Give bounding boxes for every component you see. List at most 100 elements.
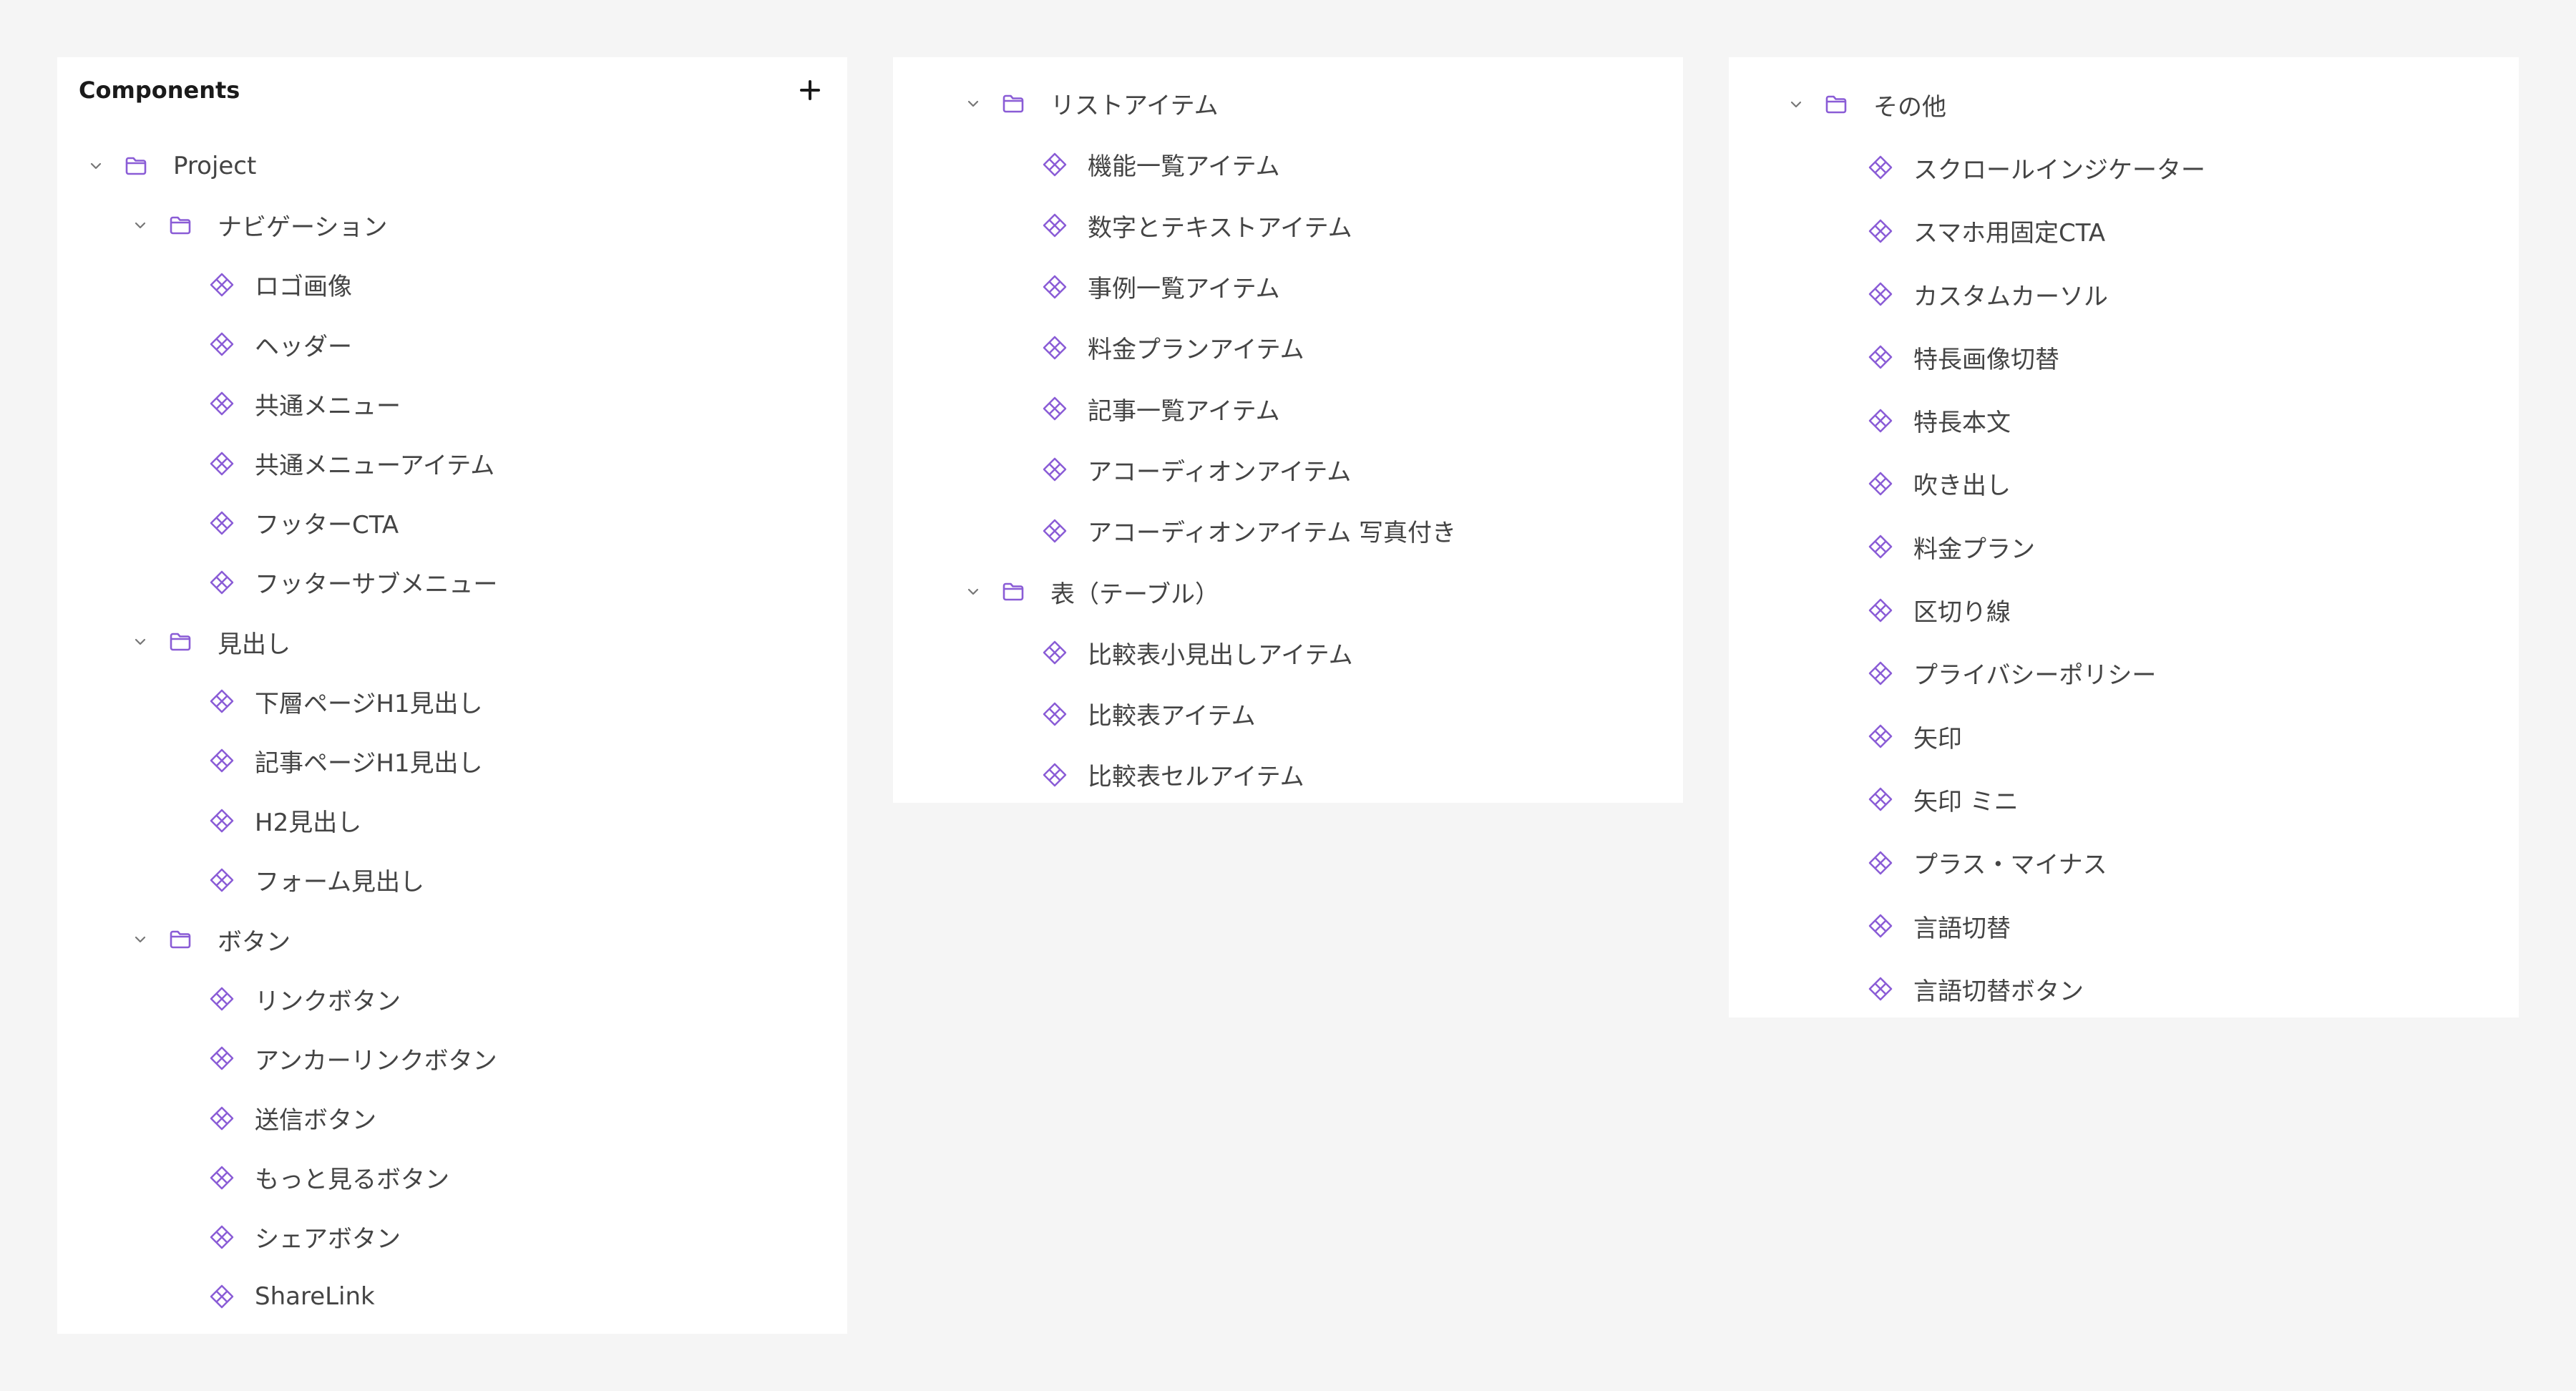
chevron-down-icon[interactable] (130, 215, 150, 235)
component-item[interactable]: 記事一覧アイテム (893, 378, 1683, 439)
folder-buttons[interactable]: ボタン (57, 909, 847, 969)
component-item[interactable]: 特長画像切替 (1729, 326, 2519, 389)
folder-label: ナビゲーション (218, 213, 388, 243)
component-item[interactable]: スクロールインジケーター (1729, 136, 2519, 199)
component-label: 比較表アイテム (1088, 702, 1256, 731)
folder-icon (167, 629, 193, 655)
component-icon (1868, 281, 1893, 307)
component-item[interactable]: 言語切替 (1729, 894, 2519, 957)
folder-project[interactable]: Project (57, 136, 847, 195)
component-label: 比較表セルアイテム (1088, 763, 1304, 792)
component-item[interactable]: アコーディオンアイテム 写真付き (893, 500, 1683, 561)
component-label: 料金プランアイテム (1088, 336, 1304, 365)
component-icon (1042, 396, 1068, 421)
component-icon (209, 570, 235, 595)
component-item[interactable]: H2見出し (57, 791, 847, 850)
component-icon (209, 748, 235, 773)
folder-list-items[interactable]: リストアイテム (893, 73, 1683, 134)
folder-headings[interactable]: 見出し (57, 612, 847, 672)
component-icon (209, 1165, 235, 1191)
component-icon (1868, 471, 1893, 497)
component-item[interactable]: プライバシーポリシー (1729, 642, 2519, 705)
chevron-down-icon[interactable] (963, 582, 983, 602)
folder-icon (123, 153, 149, 179)
chevron-down-icon[interactable] (86, 156, 106, 176)
component-icon (1868, 534, 1893, 560)
component-icon (209, 808, 235, 834)
component-icon (1042, 762, 1068, 788)
components-panel: Components Project ナビゲーション ロゴ画像 ヘッダー 共通メ… (57, 57, 847, 1334)
component-item[interactable]: もっと見るボタン (57, 1148, 847, 1207)
component-item[interactable]: リンクボタン (57, 970, 847, 1029)
component-icon (209, 272, 235, 298)
component-item[interactable]: 言語切替ボタン (1729, 957, 2519, 1020)
component-item[interactable]: 矢印 (1729, 705, 2519, 768)
component-item[interactable]: ヘッダー (57, 315, 847, 374)
component-item[interactable]: シェアボタン (57, 1207, 847, 1266)
component-item[interactable]: 比較表アイテム (893, 683, 1683, 744)
chevron-down-icon[interactable] (130, 929, 150, 950)
component-label: リンクボタン (255, 987, 401, 1016)
component-item[interactable]: 共通メニュー (57, 374, 847, 434)
component-item[interactable]: アコーディオンアイテム (893, 439, 1683, 500)
component-item[interactable]: スマホ用固定CTA (1729, 200, 2519, 263)
component-item[interactable]: 吹き出し (1729, 452, 2519, 515)
component-icon (1868, 723, 1893, 749)
component-icon (1868, 597, 1893, 623)
component-item[interactable]: フッターCTA (57, 493, 847, 552)
chevron-down-icon[interactable] (963, 94, 983, 114)
component-item[interactable]: 機能一覧アイテム (893, 134, 1683, 195)
component-tree: Project ナビゲーション ロゴ画像 ヘッダー 共通メニュー 共通メニューア… (57, 136, 847, 1327)
component-icon (1868, 850, 1893, 876)
folder-label: ボタン (218, 927, 291, 957)
components-panel-other: その他 スクロールインジケーター スマホ用固定CTA カスタムカーソル 特長画像… (1729, 57, 2519, 1017)
component-icon (209, 391, 235, 416)
component-item[interactable]: 事例一覧アイテム (893, 256, 1683, 317)
component-label: 矢印 ミニ (1913, 787, 2019, 816)
component-item[interactable]: 区切り線 (1729, 578, 2519, 641)
chevron-down-icon[interactable] (1786, 94, 1806, 114)
component-item[interactable]: 比較表セルアイテム (893, 744, 1683, 805)
component-item[interactable]: 料金プランアイテム (893, 317, 1683, 378)
component-label: 機能一覧アイテム (1088, 152, 1280, 182)
component-item[interactable]: プラス・マイナス (1729, 831, 2519, 894)
component-item[interactable]: 記事ページH1見出し (57, 731, 847, 791)
add-component-button[interactable] (794, 74, 826, 106)
component-label: 送信ボタン (255, 1106, 376, 1136)
component-item[interactable]: フォーム見出し (57, 850, 847, 909)
folder-label: Project (173, 151, 257, 180)
component-item[interactable]: 矢印 ミニ (1729, 768, 2519, 831)
component-item[interactable]: 料金プラン (1729, 515, 2519, 578)
component-label: スマホ用固定CTA (1913, 219, 2106, 248)
component-item[interactable]: フッターサブメニュー (57, 552, 847, 612)
component-label: 特長本文 (1913, 409, 2011, 438)
folder-other[interactable]: その他 (1729, 73, 2519, 136)
component-item[interactable]: 下層ページH1見出し (57, 672, 847, 731)
component-icon (1868, 913, 1893, 939)
component-item[interactable]: アンカーリンクボタン (57, 1029, 847, 1088)
component-icon (1868, 786, 1893, 812)
component-icon (209, 510, 235, 536)
component-label: ヘッダー (255, 332, 352, 361)
component-icon (1868, 660, 1893, 686)
folder-tables[interactable]: 表（テーブル） (893, 561, 1683, 622)
component-icon (1042, 152, 1068, 177)
folder-navigation[interactable]: ナビゲーション (57, 195, 847, 255)
component-item[interactable]: ShareLink (57, 1267, 847, 1327)
folder-icon (1823, 92, 1849, 117)
component-icon (1042, 335, 1068, 361)
component-item[interactable]: 特長本文 (1729, 389, 2519, 452)
component-item[interactable]: 比較表小見出しアイテム (893, 623, 1683, 683)
component-item[interactable]: 送信ボタン (57, 1088, 847, 1148)
component-item[interactable]: 共通メニューアイテム (57, 434, 847, 493)
folder-label: 見出し (218, 630, 291, 659)
chevron-down-icon[interactable] (130, 632, 150, 652)
component-label: シェアボタン (255, 1225, 401, 1254)
component-label: スクロールインジケーター (1913, 155, 2205, 185)
component-item[interactable]: 数字とテキストアイテム (893, 195, 1683, 256)
component-item[interactable]: カスタムカーソル (1729, 263, 2519, 326)
folder-icon (167, 927, 193, 952)
folder-icon (167, 213, 193, 238)
component-icon (209, 1284, 235, 1309)
component-item[interactable]: ロゴ画像 (57, 255, 847, 314)
